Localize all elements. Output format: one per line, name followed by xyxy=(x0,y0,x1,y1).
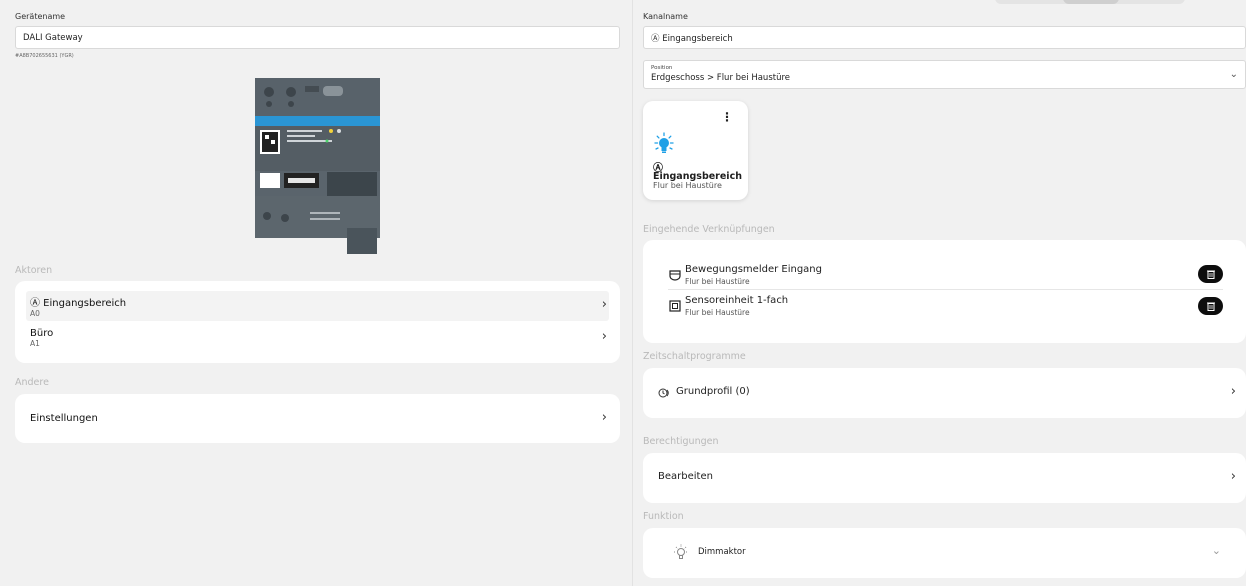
actor-title: Ⓐ Eingangsbereich xyxy=(30,298,127,309)
andere-section-label: Andere xyxy=(15,377,49,388)
aktoren-section-label: Aktoren xyxy=(15,265,53,276)
chevron-right-icon: › xyxy=(601,410,607,425)
link-subtitle: Flur bei Haustüre xyxy=(685,277,750,286)
einstellungen-row[interactable]: Einstellungen › xyxy=(15,394,620,443)
more-options-icon[interactable]: ⋮ xyxy=(721,110,733,124)
function-card: Dimmaktor ⌄ xyxy=(643,528,1246,578)
chevron-right-icon: › xyxy=(601,329,607,344)
bearbeiten-label: Bearbeiten xyxy=(658,471,713,482)
chevron-right-icon: › xyxy=(1230,469,1236,484)
tile-subtitle: Flur bei Haustüre xyxy=(653,181,722,190)
chevron-right-icon: › xyxy=(1230,384,1236,399)
light-bulb-icon xyxy=(654,132,674,153)
einstellungen-label: Einstellungen xyxy=(30,413,98,424)
channel-name-value: Ⓐ Eingangsbereich xyxy=(651,33,733,44)
actor-address: A0 xyxy=(30,309,40,318)
function-value: Dimmaktor xyxy=(698,547,746,557)
position-select[interactable]: Position Erdgeschoss > Flur bei Haustüre… xyxy=(643,60,1246,89)
motion-sensor-icon xyxy=(669,270,681,281)
dali-gateway-image xyxy=(255,78,380,254)
device-serial: #A8B702655631 (YGR) xyxy=(15,53,74,59)
links-section-label: Eingehende Verknüpfungen xyxy=(643,224,775,235)
trash-icon xyxy=(1206,270,1215,279)
channel-name-label: Kanalname xyxy=(643,12,688,21)
link-row-sensor[interactable]: Sensoreinheit 1-fach Flur bei Haustüre xyxy=(668,293,1223,319)
device-name-input[interactable]: DALI Gateway xyxy=(15,26,620,49)
chevron-down-icon: ⌄ xyxy=(1211,544,1221,557)
chevron-right-icon: › xyxy=(601,297,607,312)
actor-title: Büro xyxy=(30,328,54,339)
actor-row-eingangsbereich[interactable]: Ⓐ Eingangsbereich A0 › xyxy=(26,291,609,321)
clock-profile-icon xyxy=(658,388,669,398)
device-panel: Gerätename DALI Gateway #A8B702655631 (Y… xyxy=(0,0,632,586)
schedules-section-label: Zeitschaltprogramme xyxy=(643,351,746,362)
delete-link-button[interactable] xyxy=(1198,265,1223,283)
schedules-card: Grundprofil (0) › xyxy=(643,368,1246,418)
function-section-label: Funktion xyxy=(643,511,684,522)
delete-link-button[interactable] xyxy=(1198,297,1223,315)
link-title: Sensoreinheit 1-fach xyxy=(685,295,789,306)
chevron-down-icon: ⌄ xyxy=(1229,69,1238,80)
link-title: Bewegungsmelder Eingang xyxy=(685,264,822,275)
andere-card: Einstellungen › xyxy=(15,394,620,443)
trash-icon xyxy=(1206,302,1215,311)
position-value: Erdgeschoss > Flur bei Haustüre xyxy=(651,73,791,83)
aktoren-card: Ⓐ Eingangsbereich A0 › Büro A1 › xyxy=(15,281,620,363)
link-row-motion[interactable]: Bewegungsmelder Eingang Flur bei Haustür… xyxy=(668,262,1223,290)
grundprofil-row[interactable]: Grundprofil (0) › xyxy=(643,368,1246,418)
switch-sensor-icon xyxy=(669,300,681,312)
permissions-card: Bearbeiten › xyxy=(643,453,1246,503)
link-subtitle: Flur bei Haustüre xyxy=(685,308,750,317)
actor-address: A1 xyxy=(30,339,40,348)
channel-name-input[interactable]: Ⓐ Eingangsbereich xyxy=(643,26,1246,49)
device-settings-page: Gerätename DALI Gateway #A8B702655631 (Y… xyxy=(0,0,1246,586)
grundprofil-label: Grundprofil (0) xyxy=(676,386,750,397)
actor-row-buero[interactable]: Büro A1 › xyxy=(26,323,609,353)
position-label: Position xyxy=(651,65,673,71)
device-name-label: Gerätename xyxy=(15,12,66,21)
function-select[interactable]: Dimmaktor ⌄ xyxy=(643,528,1246,578)
device-name-value: DALI Gateway xyxy=(23,32,83,43)
dimmer-bulb-icon xyxy=(674,544,688,559)
channel-tile[interactable]: ⋮ Ⓐ Eingangsbereich Flur bei Haustüre xyxy=(643,101,748,200)
bearbeiten-row[interactable]: Bearbeiten › xyxy=(643,453,1246,503)
permissions-section-label: Berechtigungen xyxy=(643,436,719,447)
links-card: Bewegungsmelder Eingang Flur bei Haustür… xyxy=(643,240,1246,343)
